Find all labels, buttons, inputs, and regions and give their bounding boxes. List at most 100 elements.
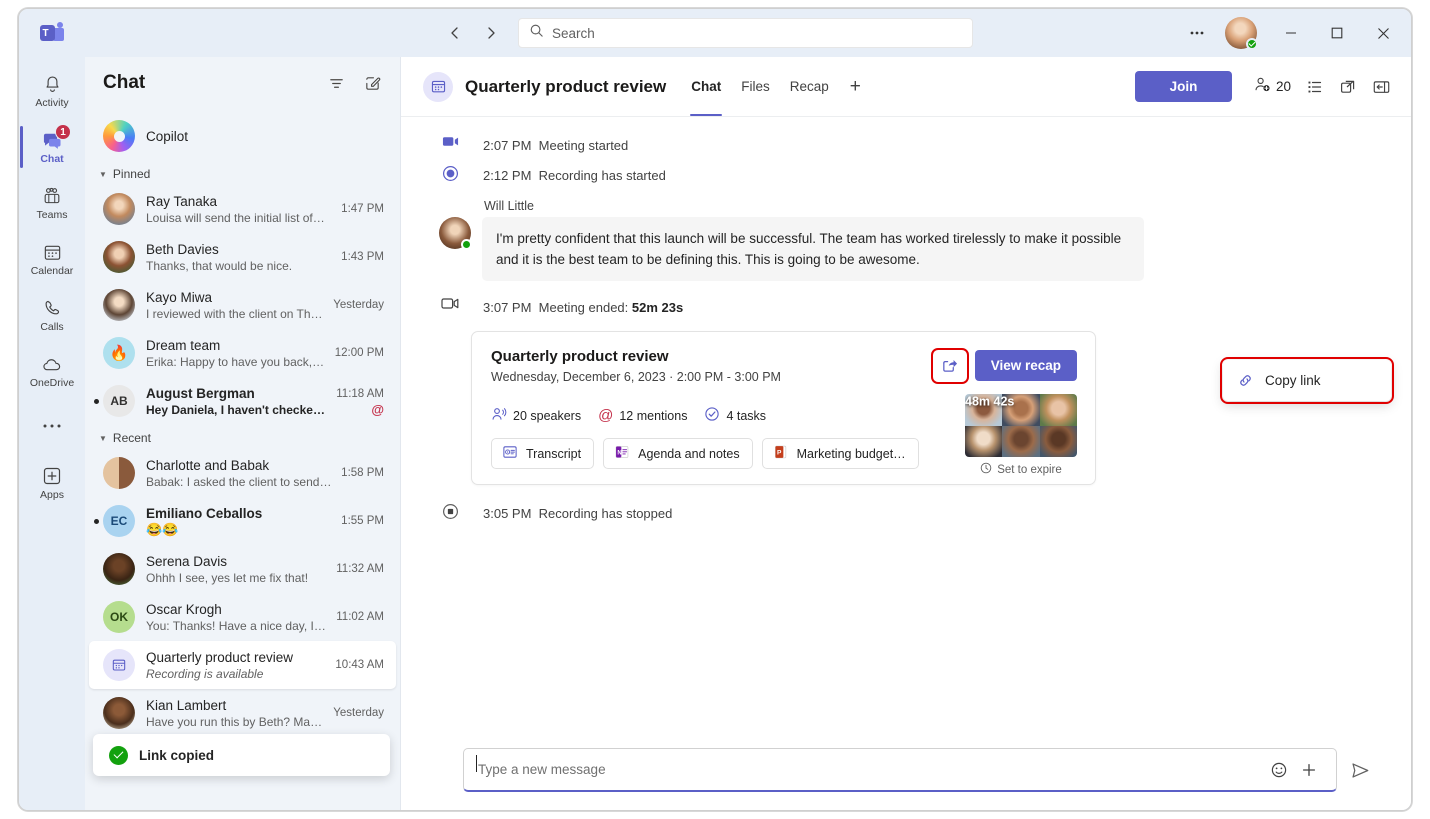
list-item[interactable]: Beth Davies Thanks, that would be nice. … bbox=[89, 233, 396, 281]
close-button[interactable] bbox=[1361, 13, 1405, 53]
add-tab-button[interactable]: + bbox=[840, 57, 871, 116]
record-start-icon bbox=[439, 165, 461, 182]
list-item-copilot[interactable]: Copilot bbox=[89, 111, 396, 161]
sidebar-item-label: Teams bbox=[37, 209, 68, 221]
app-window: T Search bbox=[18, 8, 1412, 811]
list-item-preview: 😂😂 bbox=[146, 522, 335, 538]
sidebar-item-calls[interactable]: Calls bbox=[21, 289, 83, 341]
minimize-button[interactable] bbox=[1269, 13, 1313, 53]
list-item[interactable]: Serena Davis Ohhh I see, yes let me fix … bbox=[89, 545, 396, 593]
compose-icon[interactable] bbox=[358, 69, 386, 97]
meeting-duration: 52m 23s bbox=[632, 300, 683, 315]
message-thread: 2:07 PM Meeting started 2:12 PM Recordin… bbox=[401, 117, 1411, 714]
chip-label: Marketing budget… bbox=[797, 447, 906, 461]
send-icon-button[interactable] bbox=[1343, 753, 1377, 787]
sidebar-item-apps[interactable]: Apps bbox=[21, 457, 83, 509]
list-item[interactable]: Kian Lambert Have you run this by Beth? … bbox=[89, 689, 396, 737]
more-options-button[interactable] bbox=[1177, 16, 1217, 50]
task-check-icon bbox=[704, 406, 720, 425]
sidebar-item-teams[interactable]: Teams bbox=[21, 177, 83, 229]
avatar: OK bbox=[103, 601, 135, 633]
maximize-button[interactable] bbox=[1315, 13, 1359, 53]
list-item[interactable]: AB August Bergman Hey Daniela, I haven't… bbox=[89, 377, 396, 425]
title-bar: T Search bbox=[19, 9, 1411, 57]
sidebar-item-label: Apps bbox=[40, 489, 64, 501]
participants-count: 20 bbox=[1276, 79, 1291, 94]
sidebar-item-label: Calendar bbox=[31, 265, 74, 277]
presence-available-icon bbox=[461, 239, 472, 250]
list-item[interactable]: Ray Tanaka Louisa will send the initial … bbox=[89, 185, 396, 233]
plus-icon[interactable] bbox=[1294, 755, 1324, 785]
recording-duration: 48m 42s bbox=[965, 394, 1077, 457]
recap-card-subtitle: Wednesday, December 6, 2023 · 2:00 PM - … bbox=[491, 370, 781, 384]
list-item[interactable]: OK Oscar Krogh You: Thanks! Have a nice … bbox=[89, 593, 396, 641]
compose-area: Type a new message bbox=[401, 748, 1411, 792]
conversation-title: Quarterly product review bbox=[465, 77, 666, 97]
plus-box-icon bbox=[41, 465, 63, 487]
navigation-arrows bbox=[440, 18, 506, 48]
ellipsis-icon bbox=[42, 415, 62, 437]
avatar bbox=[103, 553, 135, 585]
back-button[interactable] bbox=[440, 18, 470, 48]
tab-chat[interactable]: Chat bbox=[682, 57, 730, 116]
video-icon bbox=[439, 135, 461, 148]
section-header-pinned[interactable]: ▼ Pinned bbox=[85, 161, 400, 185]
list-item-name: Emiliano Ceballos bbox=[146, 505, 335, 522]
share-icon-button[interactable] bbox=[934, 351, 966, 381]
avatar[interactable] bbox=[1225, 17, 1257, 49]
chat-message: Will Little I'm pretty confident that th… bbox=[401, 191, 1411, 281]
search-placeholder: Search bbox=[552, 26, 595, 41]
meeting-icon bbox=[103, 649, 135, 681]
copy-link-menu-item[interactable]: Copy link bbox=[1223, 360, 1391, 401]
list-item[interactable]: Charlotte and Babak Babak: I asked the c… bbox=[89, 449, 396, 497]
system-event-recording-started: 2:12 PM Recording has started bbox=[401, 161, 1411, 191]
conversation-tabs: Chat Files Recap + bbox=[682, 57, 871, 116]
message-input[interactable]: Type a new message bbox=[463, 748, 1337, 792]
list-item-preview: You: Thanks! Have a nice day, I… bbox=[146, 618, 330, 634]
recording-thumbnail[interactable]: 48m 42s Set to expire bbox=[965, 394, 1077, 477]
section-header-recent[interactable]: ▼ Recent bbox=[85, 425, 400, 449]
calendar-icon bbox=[42, 241, 63, 263]
list-item-name: Charlotte and Babak bbox=[146, 457, 335, 474]
chat-list-header: Chat bbox=[85, 57, 400, 109]
tab-files[interactable]: Files bbox=[732, 57, 779, 116]
sidebar-item-calendar[interactable]: Calendar bbox=[21, 233, 83, 285]
list-item-preview: Have you run this by Beth? Mak… bbox=[146, 714, 327, 730]
forward-button[interactable] bbox=[476, 18, 506, 48]
list-item-preview: Thanks, that would be nice. bbox=[146, 258, 335, 274]
sidebar-item-chat[interactable]: 1 Chat bbox=[21, 121, 83, 173]
list-item[interactable]: EC Emiliano Ceballos 😂😂 1:55 PM bbox=[89, 497, 396, 545]
onenote-icon: N bbox=[614, 444, 630, 463]
filter-icon[interactable] bbox=[322, 69, 350, 97]
chip-agenda-and-notes[interactable]: N Agenda and notes bbox=[603, 438, 752, 469]
open-new-window-icon-button[interactable] bbox=[1333, 71, 1363, 103]
avatar bbox=[103, 457, 135, 489]
view-recap-button[interactable]: View recap bbox=[975, 350, 1077, 381]
expiry-caption: Set to expire bbox=[965, 462, 1077, 477]
sidebar-item-activity[interactable]: Activity bbox=[21, 65, 83, 117]
emoji-icon[interactable] bbox=[1264, 755, 1294, 785]
link-copied-toast: Link copied bbox=[93, 734, 390, 776]
search-input[interactable]: Search bbox=[518, 18, 973, 48]
chip-marketing-budget[interactable]: P Marketing budget… bbox=[762, 438, 919, 469]
event-time: 2:07 PM bbox=[483, 138, 531, 153]
sidebar-item-onedrive[interactable]: OneDrive bbox=[21, 345, 83, 397]
tab-recap[interactable]: Recap bbox=[781, 57, 838, 116]
join-button[interactable]: Join bbox=[1135, 71, 1232, 102]
participants-button[interactable]: 20 bbox=[1247, 71, 1297, 103]
teams-logo-icon: T bbox=[19, 22, 85, 44]
list-item-quarterly-product-review[interactable]: Quarterly product review Recording is av… bbox=[89, 641, 396, 689]
list-icon-button[interactable] bbox=[1300, 71, 1330, 103]
side-panel-icon-button[interactable] bbox=[1366, 71, 1397, 103]
copy-link-label: Copy link bbox=[1265, 373, 1321, 388]
clock-icon bbox=[980, 462, 992, 477]
avatar: 🔥 bbox=[103, 337, 135, 369]
link-icon bbox=[1237, 372, 1254, 389]
sidebar-item-more[interactable] bbox=[21, 401, 83, 453]
list-item[interactable]: Kayo Miwa I reviewed with the client on … bbox=[89, 281, 396, 329]
chip-transcript[interactable]: Transcript bbox=[491, 438, 594, 469]
meeting-recap-card: Quarterly product review Wednesday, Dece… bbox=[471, 331, 1096, 485]
list-item-time: Yesterday bbox=[333, 705, 384, 721]
list-item[interactable]: 🔥 Dream team Erika: Happy to have you ba… bbox=[89, 329, 396, 377]
expiry-label: Set to expire bbox=[997, 464, 1062, 476]
